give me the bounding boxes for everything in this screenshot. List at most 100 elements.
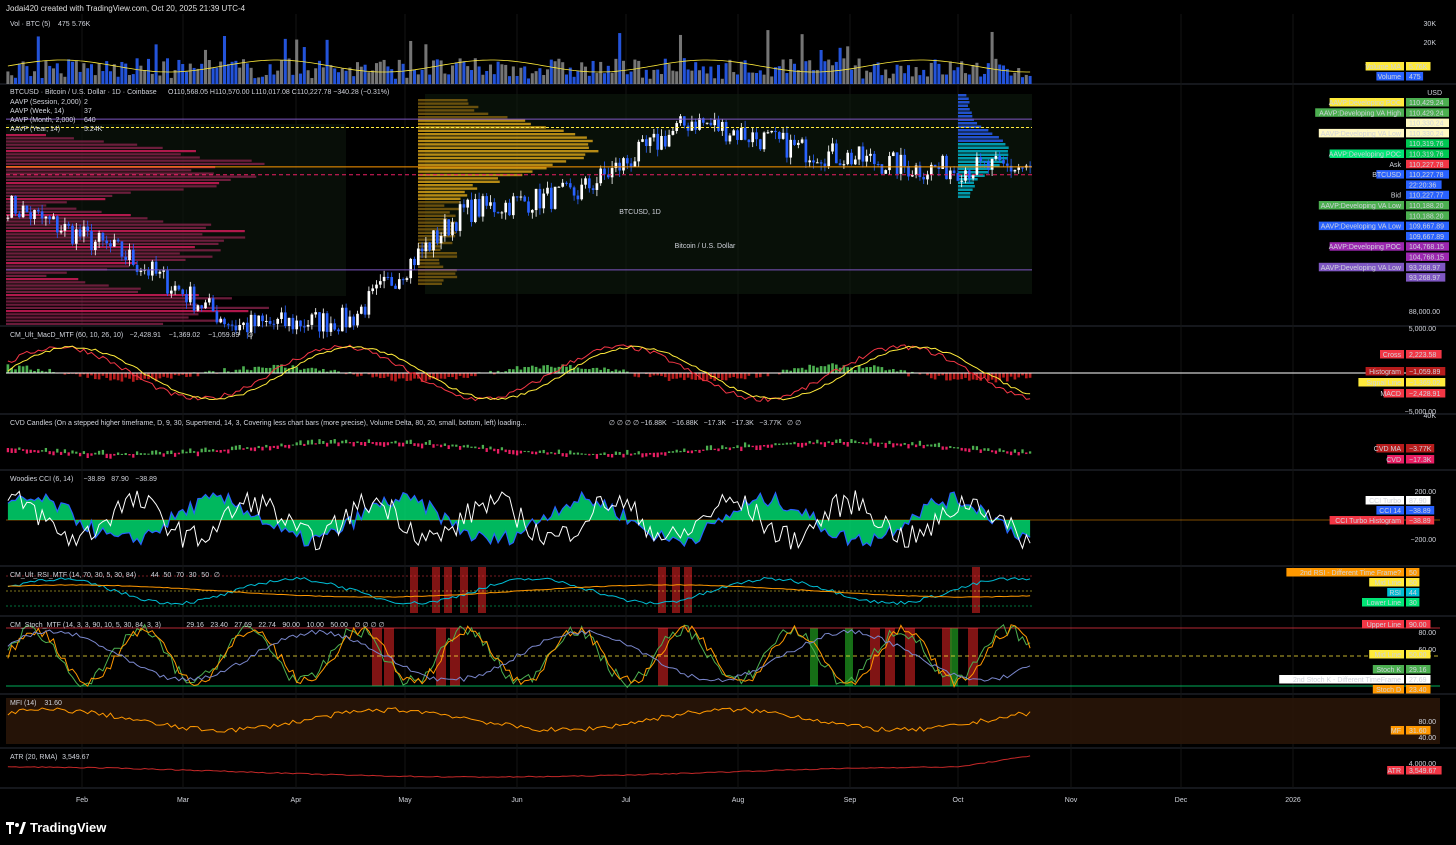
tradingview-icon (6, 821, 26, 834)
cvd-candle (645, 453, 648, 457)
candle-body (264, 320, 268, 322)
candle-body (766, 132, 770, 134)
candle-body (489, 202, 492, 206)
cvd-candle (899, 443, 903, 447)
year-profile-bar (6, 226, 206, 229)
candle-body (105, 240, 109, 244)
cvd-candle (246, 447, 249, 449)
candle-body (401, 279, 405, 281)
cci-legend: Woodies CCI (6, 14) (10, 476, 73, 483)
candle-body (603, 168, 606, 175)
cvd-candle (618, 452, 621, 455)
cvd-candle (941, 446, 944, 450)
currency-label: USD (1427, 90, 1442, 97)
cvd-candle (474, 446, 477, 449)
candle-body (29, 212, 33, 220)
month-profile-bar (418, 133, 576, 136)
volume-bar (82, 63, 86, 84)
cvd-candle (466, 444, 469, 448)
candle-body (439, 236, 443, 244)
session-profile-bar (958, 104, 968, 107)
cvd-candle (18, 447, 21, 450)
macd-histogram-bar (1005, 373, 1009, 382)
mfi-tag-label: MF (1391, 728, 1401, 735)
cvd-candle (804, 442, 808, 446)
volume-bar (887, 78, 892, 84)
cvd-candle (614, 451, 618, 455)
macd-histogram-bar (948, 373, 952, 381)
candle-body (181, 289, 185, 295)
candle-body (124, 256, 128, 261)
candle-body (272, 323, 276, 325)
cvd-candle (189, 448, 192, 454)
cvd-candle (158, 451, 162, 455)
volume-bar (732, 72, 736, 84)
cvd-candle (884, 442, 887, 448)
cvd-candle (835, 439, 838, 444)
year-profile-bar (6, 313, 199, 316)
volume-bar (884, 69, 888, 84)
session-profile-bar (958, 146, 1009, 149)
year-profile-bar (6, 294, 199, 297)
volume-bar (910, 76, 914, 84)
year-profile-bar (6, 185, 217, 188)
candle-body (325, 313, 329, 332)
rsi-tag-value: 44 (1409, 590, 1417, 597)
cvd-candle (215, 450, 219, 453)
macd-histogram-bar (945, 373, 948, 381)
cvd-candle (736, 445, 739, 448)
volume-bar (899, 65, 903, 84)
stoch-tag-value: 90.00 (1409, 622, 1427, 629)
macd-histogram-bar (451, 373, 454, 378)
price-tag-value: 110,227.78 (1409, 172, 1444, 179)
volume-bar (956, 67, 960, 84)
stoch-legend-value: 23.40 (210, 622, 228, 629)
candle-body (667, 134, 671, 147)
candle-body (242, 322, 245, 325)
volume-bar (238, 67, 242, 84)
volume-axis-label: 30K (1424, 21, 1437, 28)
year-profile-bar (6, 303, 198, 306)
volume-bar (1009, 75, 1013, 84)
cvd-candle (979, 449, 982, 453)
volume-bar (409, 40, 413, 84)
volume-bar (971, 65, 975, 84)
volume-bar (819, 50, 823, 84)
chart-area[interactable]: Feb Mar Apr May Jun Jul Aug Sep Oct Nov Dec 2026 BTC… (0, 14, 1456, 810)
cvd-candle (113, 453, 116, 456)
candle-body (572, 187, 576, 196)
cvd-candle (151, 450, 154, 455)
candle-body (929, 164, 933, 175)
volume-bar (302, 47, 306, 84)
cvd-candle (607, 453, 610, 457)
cvd-candle (515, 450, 519, 456)
volume-bar (758, 70, 762, 84)
cvd-candle (823, 442, 827, 447)
macd-histogram-bar (1024, 373, 1028, 379)
session-profile-bar (958, 122, 978, 125)
cvd-candle (272, 445, 276, 448)
volume-bar (397, 59, 401, 84)
candle-body (846, 152, 850, 165)
macd-histogram-bar (648, 373, 652, 378)
year-profile-bar (6, 140, 104, 143)
candle-body (975, 157, 979, 175)
cvd-candle (857, 442, 861, 444)
candle-body (420, 248, 424, 252)
cvd-candle (690, 450, 694, 454)
candle-body (508, 202, 511, 216)
cvd-candle (1002, 450, 1005, 453)
cvd-candle (120, 453, 124, 455)
year-profile-bar (6, 194, 113, 197)
cvd-candle (827, 441, 830, 444)
candle-body (485, 196, 489, 206)
candle-body (527, 201, 530, 213)
candle-body (52, 216, 55, 220)
candle-body (120, 241, 124, 257)
volume-bar (108, 71, 113, 84)
price-tag-value: 104,768.15 (1409, 244, 1444, 251)
time-axis-label: Sep (844, 797, 857, 804)
candle-body (378, 281, 382, 285)
cvd-candle (21, 449, 25, 451)
cvd-candle (322, 440, 325, 444)
